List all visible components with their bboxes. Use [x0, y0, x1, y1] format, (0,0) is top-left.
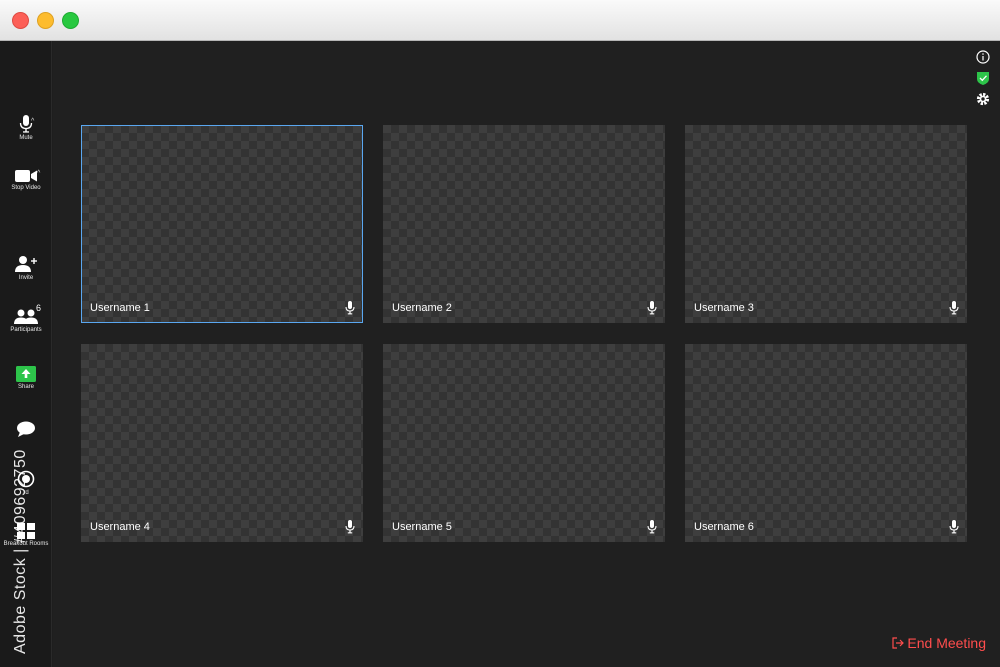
- microphone-icon: [949, 301, 959, 315]
- video-tile[interactable]: Username 3: [685, 125, 967, 323]
- add-user-icon: [15, 256, 37, 272]
- microphone-icon: [949, 520, 959, 534]
- watermark-text: Adobe Stock | #409692750: [12, 449, 29, 654]
- invite-label: Invite: [18, 275, 34, 281]
- participants-count-badge: 6: [36, 303, 42, 313]
- video-tile[interactable]: Username 1: [81, 125, 363, 323]
- chat-bubble-icon: [17, 421, 35, 437]
- shield-check-icon[interactable]: [976, 71, 990, 85]
- end-meeting-button[interactable]: End Meeting: [892, 635, 986, 651]
- chevron-up-icon[interactable]: ^: [37, 170, 40, 177]
- window-titlebar: [0, 0, 1000, 41]
- share-screen-icon: [16, 366, 36, 382]
- participant-name: Username 5: [392, 521, 452, 533]
- participants-button[interactable]: Participants 6: [0, 303, 52, 333]
- microphone-icon: [345, 301, 355, 315]
- participant-name: Username 4: [90, 521, 150, 533]
- gear-icon[interactable]: [976, 92, 990, 106]
- stop-video-button[interactable]: Stop Video ^: [0, 169, 52, 191]
- share-screen-button[interactable]: Share: [0, 366, 52, 390]
- stop-video-label: Stop Video: [11, 185, 41, 191]
- participant-name: Username 2: [392, 302, 452, 314]
- share-label: Share: [17, 384, 34, 390]
- video-tile[interactable]: Username 2: [383, 125, 665, 323]
- window-maximize-button[interactable]: [62, 12, 79, 29]
- participant-name: Username 1: [90, 302, 150, 314]
- meeting-status-icons: [976, 50, 990, 113]
- exit-icon: [892, 637, 905, 649]
- invite-button[interactable]: Invite: [0, 255, 52, 281]
- mute-button[interactable]: Mute ^: [0, 115, 52, 141]
- end-meeting-label: End Meeting: [907, 635, 986, 651]
- microphone-icon: [647, 301, 657, 315]
- window-minimize-button[interactable]: [37, 12, 54, 29]
- microphone-icon: [345, 520, 355, 534]
- mute-label: Mute: [19, 135, 33, 141]
- window-close-button[interactable]: [12, 12, 29, 29]
- video-tile[interactable]: Username 5: [383, 344, 665, 542]
- microphone-icon: [647, 520, 657, 534]
- video-tile[interactable]: Username 6: [685, 344, 967, 542]
- participant-name: Username 3: [694, 302, 754, 314]
- chevron-up-icon[interactable]: ^: [31, 118, 34, 125]
- video-gallery: Username 1 Username 2 Username 3 Usernam…: [53, 41, 1000, 667]
- video-camera-icon: [15, 170, 37, 182]
- participants-label: Participants: [10, 327, 42, 333]
- chat-button[interactable]: [0, 421, 52, 439]
- video-tile[interactable]: Username 4: [81, 344, 363, 542]
- participant-name: Username 6: [694, 521, 754, 533]
- info-icon[interactable]: [976, 50, 990, 64]
